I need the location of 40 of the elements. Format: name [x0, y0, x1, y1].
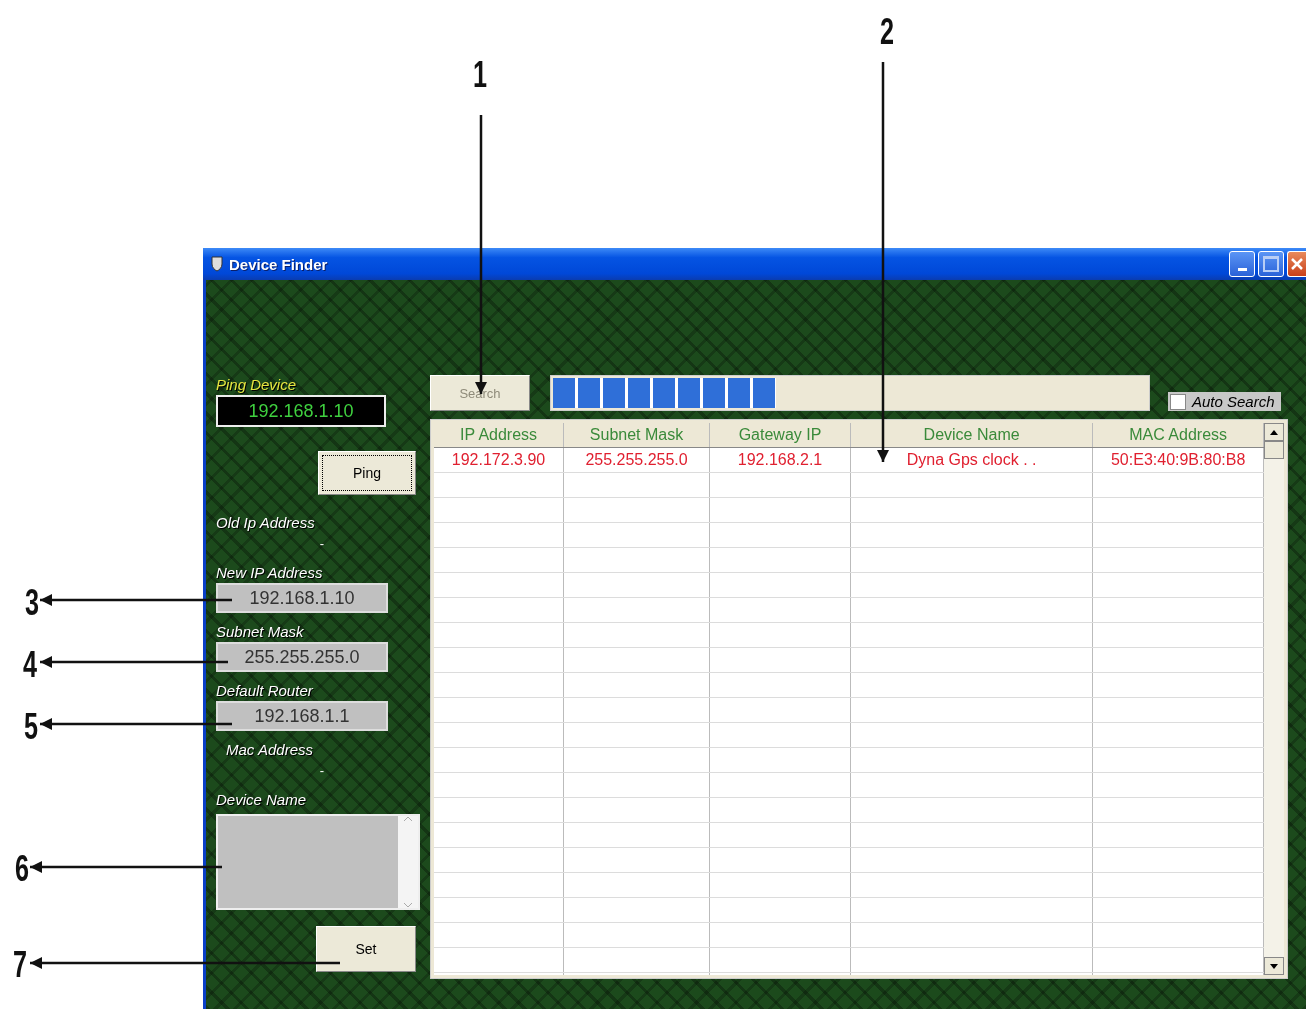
table-cell: 192.172.3.90	[434, 448, 565, 472]
input-field[interactable]: 255.255.255.0	[216, 642, 388, 672]
scroll-up-icon[interactable]	[1270, 429, 1278, 435]
close-icon	[1290, 257, 1304, 271]
callout-number: 5	[24, 707, 39, 747]
callout-number: 7	[13, 945, 28, 985]
auto-search-checkbox[interactable]: Auto Search	[1168, 392, 1281, 411]
field-label: Subnet Mask	[216, 622, 304, 642]
scrollbar[interactable]	[1264, 423, 1284, 975]
column-header[interactable]: Gateway IP	[710, 423, 851, 447]
callout-number: 6	[15, 849, 30, 889]
field-label: Old Ip Address	[216, 513, 315, 533]
scroll-thumb[interactable]	[1264, 441, 1284, 459]
field-label: Device Name	[216, 790, 307, 810]
ping-field[interactable]: 192.168.1.10	[216, 395, 386, 427]
set-button[interactable]: Set	[316, 926, 416, 972]
field-value: -	[318, 537, 326, 551]
minimize-button[interactable]	[1229, 251, 1255, 277]
callout-number: 3	[25, 583, 40, 623]
table-cell: 192.168.2.1	[710, 448, 851, 472]
field-label: Ping Device	[216, 375, 297, 395]
shield-icon	[211, 256, 223, 272]
ping-button[interactable]: Ping	[318, 451, 416, 495]
field-label: Mac Address	[226, 740, 313, 760]
column-header[interactable]: Subnet Mask	[564, 423, 710, 447]
callout-number: 1	[473, 55, 488, 95]
field-value: -	[318, 764, 326, 778]
table-cell: 255.255.255.0	[564, 448, 710, 472]
close-button[interactable]	[1287, 251, 1306, 277]
callout-number: 4	[23, 645, 38, 685]
input-field[interactable]: 192.168.1.10	[216, 583, 388, 613]
field-label: Default Router	[216, 681, 313, 701]
input-field[interactable]: 192.168.1.1	[216, 701, 388, 731]
callout-number: 2	[880, 12, 895, 52]
maximize-button[interactable]	[1258, 251, 1284, 277]
column-header[interactable]: IP Address	[434, 423, 565, 447]
scroll-down-icon[interactable]	[1270, 963, 1278, 969]
field-label: New IP Address	[216, 563, 323, 583]
window-title: Device Finder	[229, 255, 328, 273]
column-header[interactable]: Device Name	[851, 423, 1094, 447]
